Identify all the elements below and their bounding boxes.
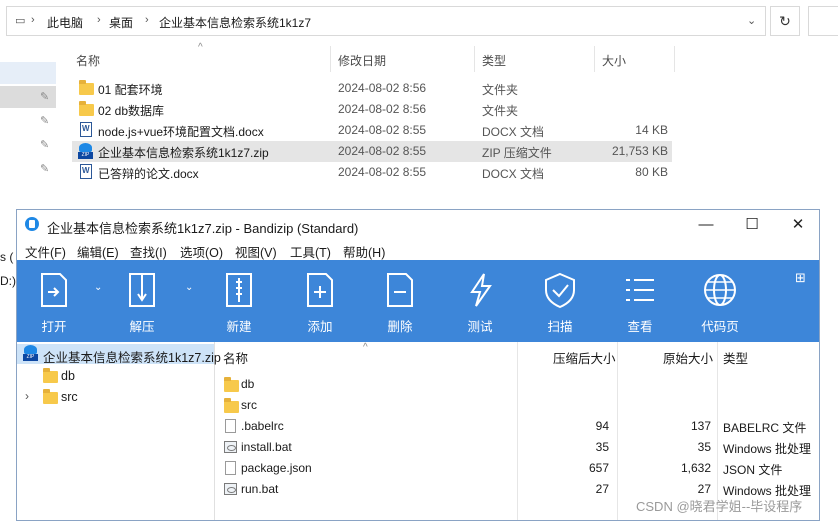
watermark: CSDN @晓君学姐--毕设程序 [636, 499, 803, 514]
search-box-edge[interactable] [808, 6, 838, 36]
folder-icon [78, 101, 94, 117]
menu-options[interactable]: 选项(O) [180, 242, 223, 261]
sort-up-icon: ^ [363, 342, 368, 353]
folder-icon [223, 398, 239, 414]
menu-help[interactable]: 帮助(H) [343, 242, 385, 261]
folder-icon [43, 368, 59, 385]
file-row[interactable]: node.js+vue环境配置文档.docx 2024-08-02 8:55 D… [72, 120, 672, 141]
bandizip-logo-icon [25, 217, 39, 231]
bat-icon [223, 482, 239, 498]
list-item[interactable]: package.json 657 1,632 JSON 文件 [215, 458, 819, 479]
archive-tree: 企业基本信息检索系统1k1z7.zip db › src [17, 342, 221, 520]
column-name[interactable]: 名称 [76, 52, 100, 69]
toolbar-scan-button[interactable]: 扫描 [530, 260, 590, 342]
tree-item-src[interactable]: › src [17, 386, 214, 406]
pin-icon: ✎ [40, 91, 50, 103]
sort-up-icon: ^ [198, 42, 203, 53]
toolbar-extract-button[interactable]: 解压 [112, 260, 172, 342]
zip-icon [78, 143, 94, 159]
chevron-down-icon[interactable]: ⌄ [185, 282, 193, 293]
chevron-down-icon[interactable]: ⌄ [94, 282, 102, 293]
file-row[interactable]: 已答辩的论文.docx 2024-08-02 8:55 DOCX 文档 80 K… [72, 162, 672, 183]
delete-icon [387, 273, 413, 307]
breadcrumb-pc[interactable]: 此电脑 [47, 14, 83, 31]
list-item[interactable]: src [215, 395, 819, 416]
list-item[interactable]: .babelrc 94 137 BABELRC 文件 [215, 416, 819, 437]
maximize-button[interactable]: ☐ [729, 210, 775, 240]
nav-drive-fragment: D:) [0, 274, 16, 288]
extract-icon [129, 273, 155, 307]
folder-icon [43, 389, 59, 406]
add-icon [307, 273, 333, 307]
new-archive-icon [226, 273, 252, 307]
pin-icon: ✎ [40, 139, 50, 151]
list-header: 名称 ^ 压缩后大小 原始大小 类型 [215, 342, 819, 367]
chevron-right-icon: › [145, 14, 149, 26]
menu-find[interactable]: 查找(I) [130, 242, 167, 261]
column-name[interactable]: 名称 [223, 348, 248, 367]
menu-tools[interactable]: 工具(T) [290, 242, 331, 261]
window-title: 企业基本信息检索系统1k1z7.zip - Bandizip (Standard… [47, 221, 359, 236]
toolbar-view-button[interactable]: 查看 [610, 260, 670, 342]
toolbar-new-button[interactable]: 新建 [209, 260, 269, 342]
breadcrumb-folder[interactable]: 企业基本信息检索系统1k1z7 [159, 14, 311, 31]
docx-icon [78, 122, 94, 138]
scan-icon [545, 272, 575, 309]
file-icon [223, 461, 239, 477]
column-date[interactable]: 修改日期 [338, 52, 386, 69]
tree-item-db[interactable]: db [17, 365, 214, 385]
list-item[interactable]: db [215, 374, 819, 395]
pin-icon: ✎ [40, 115, 50, 127]
chevron-down-icon[interactable]: ⌄ [747, 14, 756, 27]
list-item[interactable]: install.bat 35 35 Windows 批处理 [215, 437, 819, 458]
menu-view[interactable]: 视图(V) [235, 242, 277, 261]
toolbar-add-button[interactable]: 添加 [290, 260, 350, 342]
menu-file[interactable]: 文件(F) [25, 242, 66, 261]
folder-icon [78, 80, 94, 96]
chevron-right-icon: › [97, 14, 101, 26]
pin-icon: ✎ [40, 163, 50, 175]
toolbar-codepage-button[interactable]: 代码页 [690, 260, 750, 342]
column-type[interactable]: 类型 [482, 52, 506, 69]
nav-drive-fragment: s ( [0, 250, 14, 264]
file-row[interactable]: 02 db数据库 2024-08-02 8:56 文件夹 [72, 99, 672, 120]
docx-icon [78, 164, 94, 180]
archive-file-list: 名称 ^ 压缩后大小 原始大小 类型 db src .babelrc 94 13… [215, 342, 819, 520]
toolbar-open-button[interactable]: 打开 [24, 260, 84, 342]
nav-item-quick-access[interactable] [0, 62, 56, 84]
column-type[interactable]: 类型 [723, 348, 748, 367]
layout-grid-icon[interactable]: ⊞ [795, 270, 806, 286]
column-size[interactable]: 大小 [602, 52, 626, 69]
folder-icon [223, 377, 239, 393]
file-row-selected[interactable]: 企业基本信息检索系统1k1z7.zip 2024-08-02 8:55 ZIP … [72, 141, 672, 162]
title-bar[interactable]: 企业基本信息检索系统1k1z7.zip - Bandizip (Standard… [17, 210, 819, 240]
refresh-button[interactable]: ↻ [770, 6, 800, 36]
menu-bar: 文件(F) 编辑(E) 查找(I) 选项(O) 视图(V) 工具(T) 帮助(H… [17, 240, 819, 261]
minimize-button[interactable]: — [683, 210, 729, 240]
close-button[interactable]: ✕ [775, 210, 819, 240]
bandizip-window: 企业基本信息检索系统1k1z7.zip - Bandizip (Standard… [16, 209, 820, 521]
chevron-right-icon: › [31, 14, 35, 26]
toolbar-delete-button[interactable]: 删除 [370, 260, 430, 342]
column-compressed-size[interactable]: 压缩后大小 [553, 348, 616, 367]
file-list-header: 名称 ^ 修改日期 类型 大小 [62, 42, 682, 72]
zip-icon [23, 345, 39, 361]
open-icon [41, 273, 67, 307]
toolbar-test-button[interactable]: 测试 [450, 260, 510, 342]
test-icon [470, 273, 492, 307]
address-bar[interactable]: ▭ › 此电脑 › 桌面 › 企业基本信息检索系统1k1z7 ⌄ [6, 6, 766, 36]
breadcrumb-desktop[interactable]: 桌面 [109, 14, 133, 31]
file-icon [223, 419, 239, 435]
bat-icon [223, 440, 239, 456]
toolbar: 打开 ⌄ 解压 ⌄ 新建 添加 删除 测试 扫描 查看 代码页 ⊞ [17, 260, 819, 342]
menu-edit[interactable]: 编辑(E) [77, 242, 119, 261]
column-original-size[interactable]: 原始大小 [663, 348, 713, 367]
chevron-right-icon[interactable]: › [25, 389, 29, 403]
pc-icon: ▭ [15, 15, 26, 27]
file-row[interactable]: 01 配套环境 2024-08-02 8:56 文件夹 [72, 78, 672, 99]
view-icon [626, 279, 654, 301]
codepage-icon [704, 274, 736, 306]
tree-item-root[interactable]: 企业基本信息检索系统1k1z7.zip [17, 344, 221, 365]
